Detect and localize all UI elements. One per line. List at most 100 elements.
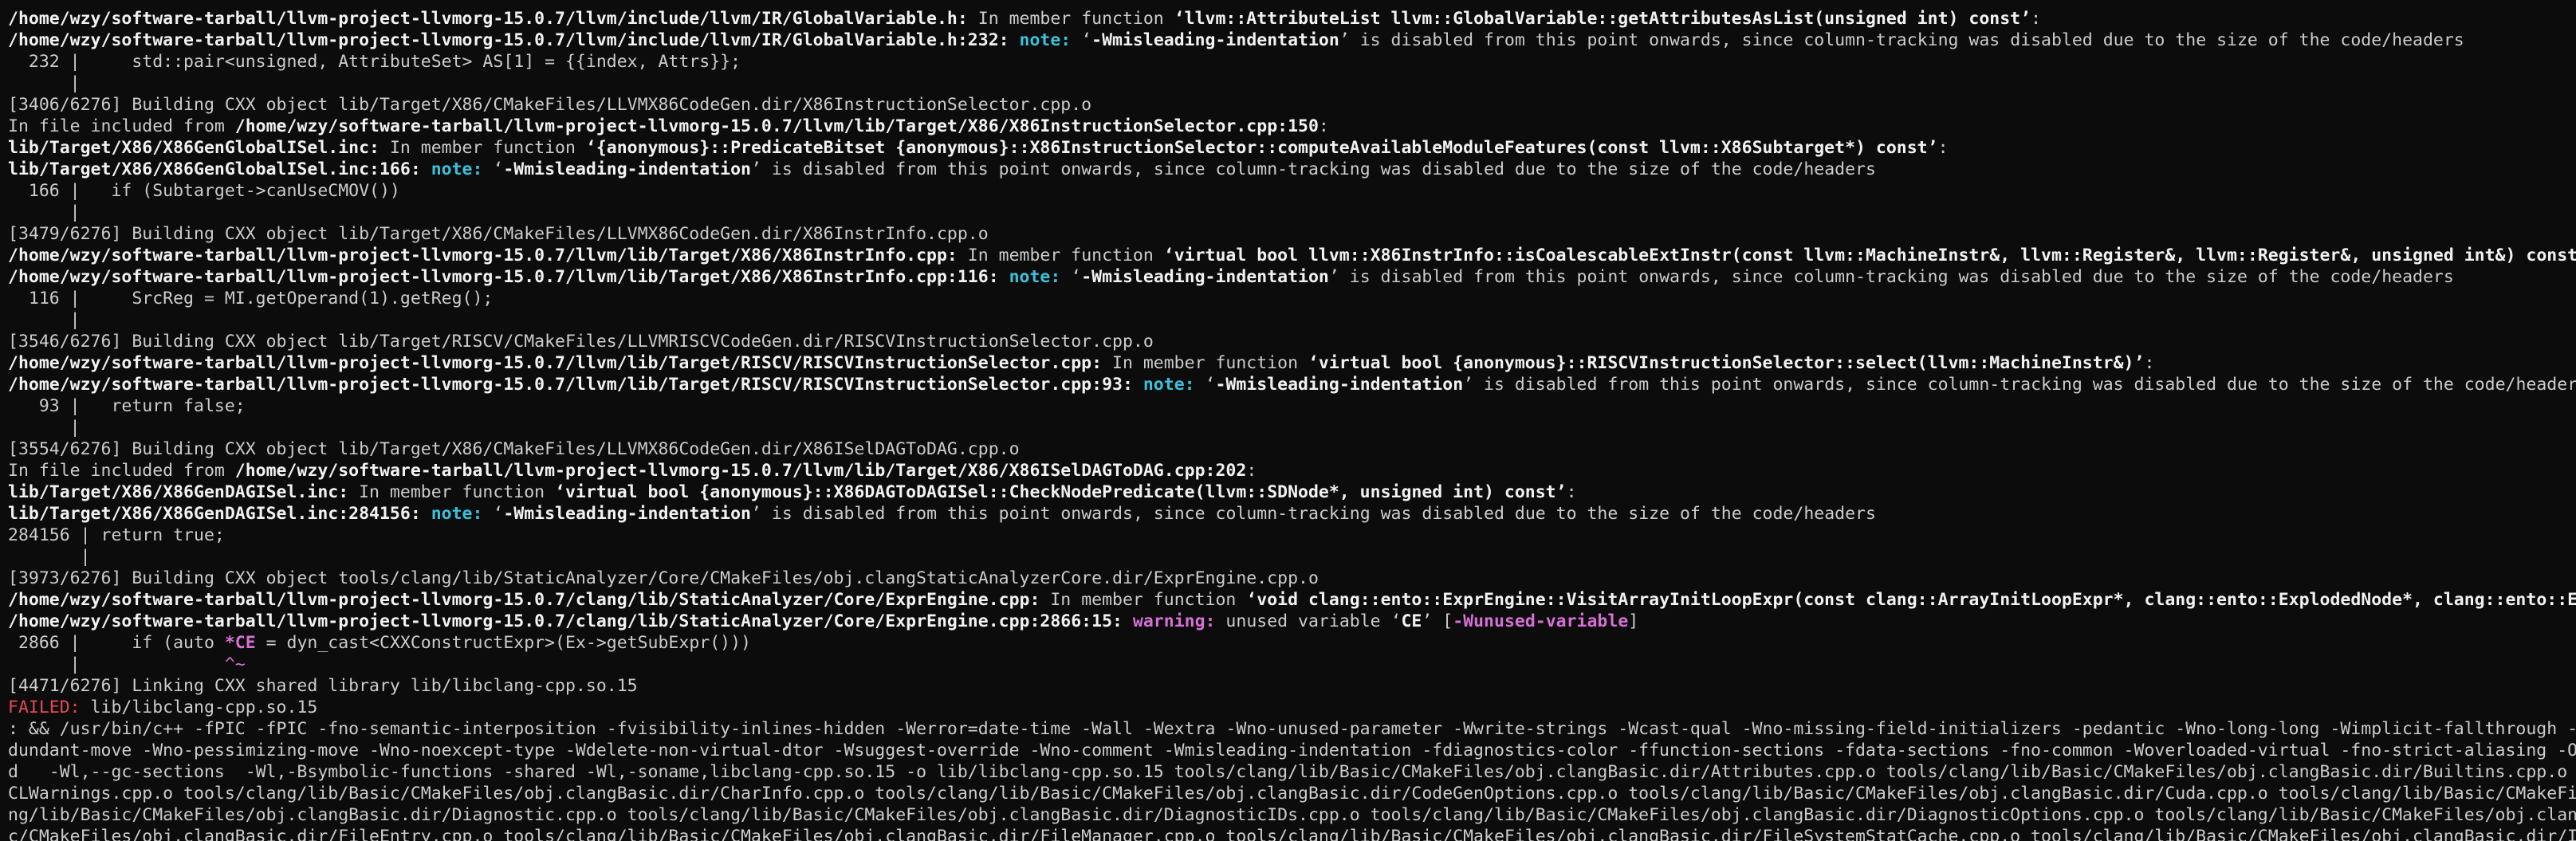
text-segment: In file included from	[8, 461, 235, 481]
text-segment: |	[8, 654, 225, 674]
text-segment: 93 | return false;	[8, 396, 246, 416]
text-segment: |	[8, 547, 91, 567]
text-segment: [3546/6276] Building CXX object lib/Targ…	[8, 332, 1154, 352]
note-label: note:	[1019, 30, 1072, 50]
bold-text: ‘{anonymous}::PredicateBitset {anonymous…	[585, 138, 1938, 158]
terminal-line: [4471/6276] Linking CXX shared library l…	[8, 675, 2576, 697]
terminal-line: |	[8, 73, 2576, 94]
text-segment: |	[8, 73, 81, 93]
text-segment	[1123, 611, 1133, 631]
text-segment: |	[8, 418, 81, 438]
terminal-line: |	[8, 546, 2576, 568]
text-segment: :	[1318, 116, 1329, 136]
terminal-line: lib/Target/X86/X86GenGlobalISel.inc:166:…	[8, 159, 2576, 180]
bold-text: -Wmisleading-indentation	[503, 504, 752, 524]
terminal-output[interactable]: /home/wzy/software-tarball/llvm-project-…	[0, 0, 2576, 841]
text-segment: d -Wl,--gc-sections -Wl,-Bsymbolic-funct…	[8, 762, 2568, 782]
text-segment: In member function	[348, 482, 556, 502]
text-segment: CLWarnings.cpp.o tools/clang/lib/Basic/C…	[8, 784, 2576, 804]
bold-text: ‘llvm::AttributeList llvm::GlobalVariabl…	[1174, 9, 2031, 29]
text-segment	[999, 267, 1009, 287]
terminal-line: /home/wzy/software-tarball/llvm-project-…	[8, 589, 2576, 611]
terminal-line: 116 | SrcReg = MI.getOperand(1).getReg()…	[8, 288, 2576, 309]
bold-text: /home/wzy/software-tarball/llvm-project-…	[234, 116, 1319, 136]
text-segment: 284156 | return true;	[8, 525, 225, 545]
text-segment: 116 | SrcReg = MI.getOperand(1).getReg()…	[8, 289, 494, 308]
bold-text: /home/wzy/software-tarball/llvm-project-…	[8, 590, 1040, 610]
terminal-line: /home/wzy/software-tarball/llvm-project-…	[8, 611, 2576, 632]
text-segment: 166 | if (Subtarget->canUseCMOV())	[8, 181, 400, 201]
terminal-line: /home/wzy/software-tarball/llvm-project-…	[8, 245, 2576, 266]
text-segment: In file included from	[8, 116, 235, 136]
text-segment: :	[1566, 482, 1577, 502]
terminal-line: ng/lib/Basic/CMakeFiles/obj.clangBasic.d…	[8, 804, 2576, 826]
text-segment: ]	[1628, 611, 1639, 631]
text-segment: In member function	[967, 9, 1174, 29]
text-segment: c/CMakeFiles/obj.clangBasic.dir/FileEntr…	[8, 827, 2576, 841]
note-label: note:	[1009, 267, 1061, 287]
terminal-line: | ^~	[8, 654, 2576, 675]
caret-marker: ^~	[224, 654, 246, 674]
text-segment: ’ is disabled from this point onwards, s…	[1328, 267, 2454, 287]
text-segment: |	[8, 310, 81, 330]
terminal-line: /home/wzy/software-tarball/llvm-project-…	[8, 266, 2576, 288]
text-segment: In member function	[1040, 590, 1247, 610]
bold-text: -Wmisleading-indentation	[1081, 267, 1329, 287]
terminal-line: [3973/6276] Building CXX object tools/cl…	[8, 568, 2576, 589]
bold-text: /home/wzy/software-tarball/llvm-project-…	[8, 353, 1103, 373]
note-label: note:	[431, 159, 483, 179]
text-segment: :	[2031, 9, 2042, 29]
text-segment: ‘	[1060, 267, 1082, 287]
bold-text: -Wmisleading-indentation	[1215, 375, 1464, 395]
terminal-line: lib/Target/X86/X86GenDAGISel.inc: In mem…	[8, 481, 2576, 503]
text-segment: :	[1246, 461, 1257, 481]
text-segment: [4471/6276] Linking CXX shared library l…	[8, 676, 638, 696]
terminal-line: d -Wl,--gc-sections -Wl,-Bsymbolic-funct…	[8, 761, 2576, 783]
text-segment: In member function	[1102, 353, 1308, 373]
text-segment: [3406/6276] Building CXX object lib/Targ…	[8, 95, 1092, 115]
terminal-line: In file included from /home/wzy/software…	[8, 116, 2576, 137]
bold-text: /home/wzy/software-tarball/llvm-project-…	[8, 375, 1133, 395]
text-segment: lib/libclang-cpp.so.15	[80, 698, 318, 717]
text-segment: |	[8, 202, 81, 222]
text-segment: 2866 | if (auto	[8, 633, 225, 653]
text-segment: :	[2144, 353, 2155, 373]
text-segment: In member function	[380, 138, 586, 158]
text-segment: : && /usr/bin/c++ -fPIC -fPIC -fno-seman…	[8, 719, 2576, 739]
text-segment	[1133, 375, 1143, 395]
bold-text: /home/wzy/software-tarball/llvm-project-…	[234, 461, 1247, 481]
text-segment: ‘	[482, 504, 504, 524]
bold-text: lib/Target/X86/X86GenDAGISel.inc:284156:	[8, 504, 421, 524]
text-segment	[1009, 30, 1020, 50]
bold-text: /home/wzy/software-tarball/llvm-project-…	[8, 246, 958, 265]
text-segment: ‘	[1194, 375, 1216, 395]
text-segment: In member function	[957, 246, 1164, 265]
bold-text: lib/Target/X86/X86GenDAGISel.inc:	[8, 482, 349, 502]
bold-text: ‘virtual bool {anonymous}::RISCVInstruct…	[1308, 353, 2145, 373]
bold-text: lib/Target/X86/X86GenGlobalISel.inc:166:	[8, 159, 421, 179]
text-segment: :	[1937, 138, 1949, 158]
terminal-line: [3406/6276] Building CXX object lib/Targ…	[8, 94, 2576, 116]
bold-text: /home/wzy/software-tarball/llvm-project-…	[8, 30, 1009, 50]
text-segment: 232 | std::pair<unsigned, AttributeSet> …	[8, 52, 741, 72]
text-segment: ng/lib/Basic/CMakeFiles/obj.clangBasic.d…	[8, 805, 2576, 825]
note-label: note:	[431, 504, 483, 524]
terminal-line: : && /usr/bin/c++ -fPIC -fPIC -fno-seman…	[8, 718, 2576, 740]
terminal-line: /home/wzy/software-tarball/llvm-project-…	[8, 8, 2576, 29]
text-segment: ’ [	[1422, 611, 1453, 631]
highlighted-token: *CE	[224, 633, 256, 653]
warning-label: warning:	[1132, 611, 1216, 631]
terminal-line: /home/wzy/software-tarball/llvm-project-…	[8, 29, 2576, 51]
text-segment: [3554/6276] Building CXX object lib/Targ…	[8, 439, 1020, 459]
bold-text: -Wmisleading-indentation	[503, 159, 752, 179]
text-segment: ’ is disabled from this point onwards, s…	[751, 159, 1876, 179]
terminal-line: |	[8, 202, 2576, 223]
text-segment: ‘	[1071, 30, 1092, 50]
terminal-line: 93 | return false;	[8, 395, 2576, 417]
bold-text: /home/wzy/software-tarball/llvm-project-…	[8, 9, 968, 29]
terminal-line: /home/wzy/software-tarball/llvm-project-…	[8, 374, 2576, 395]
terminal-line: |	[8, 309, 2576, 331]
terminal-line: CLWarnings.cpp.o tools/clang/lib/Basic/C…	[8, 783, 2576, 804]
terminal-line: c/CMakeFiles/obj.clangBasic.dir/FileEntr…	[8, 826, 2576, 841]
text-segment: ’ is disabled from this point onwards, s…	[1463, 375, 2576, 395]
